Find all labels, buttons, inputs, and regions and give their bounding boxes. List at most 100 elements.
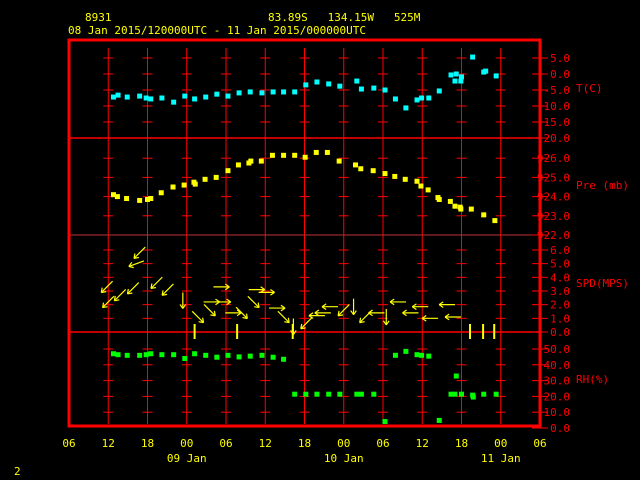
pressure-point [353, 162, 359, 168]
temperature-point [354, 78, 360, 84]
temperature-point [303, 82, 309, 88]
y-tick-label: 30.0 [544, 375, 571, 388]
pressure-point [158, 190, 164, 196]
rh-point [382, 419, 388, 425]
station-location: 83.89S 134.15W 525M [268, 11, 421, 24]
temperature-point [148, 96, 154, 102]
wind-arrow [213, 283, 230, 291]
wind-arrow [133, 246, 146, 259]
temperature-point [214, 91, 220, 97]
x-tick-label: 12 [259, 437, 272, 450]
temperature-point [452, 78, 458, 84]
station-id: 8931 [85, 11, 112, 24]
rh-point [314, 391, 320, 397]
temperature-point [326, 81, 332, 87]
rh-point [426, 353, 432, 359]
pressure-point [114, 194, 120, 200]
x-tick-label: 18 [298, 437, 311, 450]
y-axis-label: Pre (mb) [576, 179, 629, 192]
temperature-point [358, 86, 364, 92]
rh-point [354, 391, 360, 397]
wind-arrow [269, 304, 286, 312]
rh-point [182, 355, 188, 361]
pressure-point [281, 152, 287, 158]
y-tick-label: 10.0 [544, 406, 571, 419]
wind-arrow [203, 304, 216, 317]
pressure-point [402, 176, 408, 182]
y-tick-label: 20.0 [544, 390, 571, 403]
y-tick-label: 4.0 [550, 271, 570, 284]
y-tick-label: -5.0 [544, 84, 571, 97]
pressure-point [336, 158, 342, 164]
temperature-point [292, 89, 298, 95]
y-tick-label: 925.0 [537, 171, 570, 184]
wind-arrow [389, 298, 407, 306]
date-label: 10 Jan [324, 452, 364, 465]
pressure-point [418, 183, 424, 189]
pressure-point [170, 184, 176, 190]
wind-arrow-shaft [277, 310, 290, 324]
pressure-point [358, 166, 364, 172]
x-tick-label: 18 [141, 437, 154, 450]
pressure-point [452, 203, 458, 209]
y-tick-label: 0.0 [550, 422, 570, 435]
pressure-point [392, 173, 398, 179]
rh-point [281, 356, 287, 362]
x-tick-label: 00 [337, 437, 350, 450]
plot-layer: 5.0 0.0 -5.0 -10.0 -15.0 -20.0 T(C) 926.0 925.0 9… [62, 38, 629, 465]
temperature-point [371, 85, 377, 91]
wind-arrow [179, 292, 187, 309]
rh-point [371, 391, 377, 397]
x-tick-label: 06 [62, 437, 75, 450]
pressure-point [458, 206, 464, 212]
x-tick-label: 06 [376, 437, 389, 450]
y-tick-label: 50.0 [544, 343, 571, 356]
y-axis-label: SPD(MPS) [576, 277, 629, 290]
wind-arrow-shaft [133, 246, 146, 259]
temperature-point [448, 72, 454, 78]
rh-point [159, 352, 165, 358]
wind-arrow [128, 260, 145, 269]
pressure-point [269, 152, 275, 158]
temperature-point [270, 89, 276, 95]
wind-arrow-shaft [161, 283, 174, 296]
temperature-point [337, 83, 343, 89]
temperature-point [137, 93, 143, 99]
y-tick-label: 5.0 [550, 258, 570, 271]
temperature-point [382, 87, 388, 93]
temperature-point [414, 97, 420, 103]
rh-point [358, 391, 364, 397]
temperature-point [470, 54, 476, 60]
wind-arrow [191, 310, 205, 324]
pressure-point [258, 158, 264, 164]
rh-point [259, 352, 265, 358]
pressure-point [313, 149, 319, 155]
pressure-point [425, 187, 431, 193]
y-axis-label: T(C) [576, 82, 603, 95]
wind-arrow [368, 309, 385, 317]
rh-point [337, 391, 343, 397]
y-tick-label: 922.0 [537, 229, 570, 242]
wind-arrow-shaft [300, 317, 313, 330]
wind-arrow [421, 315, 439, 322]
y-tick-label: 5.0 [550, 52, 570, 65]
rh-point [192, 351, 198, 357]
wind-arrow [258, 289, 275, 296]
temperature-point [236, 90, 242, 96]
page-number: 2 [14, 465, 21, 478]
temperature-point [458, 78, 464, 84]
temperature-point [453, 71, 459, 77]
pressure-point [124, 196, 130, 202]
y-tick-label: 2.0 [550, 299, 570, 312]
wind-arrow-shaft [247, 295, 260, 309]
x-tick-label: 06 [219, 437, 232, 450]
wind-arrow [350, 298, 357, 316]
temperature-point [436, 88, 442, 94]
temperature-point [115, 92, 121, 98]
rh-point [303, 391, 309, 397]
meteogram-chart: 8931 83.89S 134.15W 525M 08 Jan 2015/120… [14, 11, 629, 478]
pressure-point [148, 196, 154, 202]
pressure-point [302, 154, 308, 160]
y-tick-label: 40.0 [544, 359, 571, 372]
wind-arrow-shaft [191, 310, 204, 324]
